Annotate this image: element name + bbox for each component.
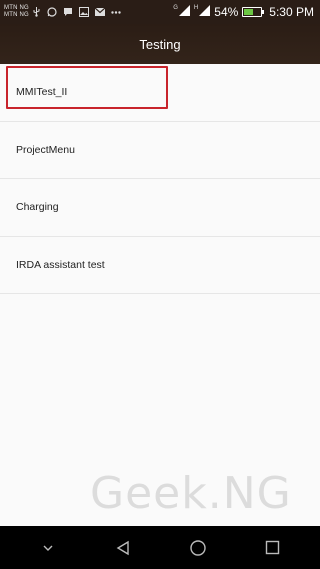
navigation-bar — [0, 526, 320, 569]
carrier-2: MTN NG — [4, 12, 29, 18]
carrier-1: MTN NG — [4, 5, 29, 11]
page-title: Testing — [139, 36, 181, 52]
list-item-label: Charging — [16, 201, 59, 214]
status-bar: MTN NG MTN NG G H 54% 5:30 PM — [0, 0, 320, 24]
list-item-charging[interactable]: Charging — [0, 179, 320, 237]
list-item-label: ProjectMenu — [16, 143, 75, 156]
usb-icon — [32, 7, 41, 17]
signal-icon — [199, 3, 211, 21]
signal-icon — [178, 3, 190, 21]
collapse-icon[interactable] — [28, 528, 68, 568]
list-item-irda-assistant-test[interactable]: IRDA assistant test — [0, 236, 320, 294]
battery-fill — [244, 9, 253, 15]
image-icon — [78, 7, 89, 17]
whatsapp-icon — [47, 7, 57, 17]
projectmenu-highlight-box — [6, 66, 168, 109]
recents-icon[interactable] — [253, 528, 293, 568]
battery-icon — [242, 7, 265, 17]
list-item-label: IRDA assistant test — [16, 258, 105, 271]
carrier-labels: MTN NG MTN NG — [4, 5, 29, 19]
back-icon[interactable] — [103, 528, 143, 568]
app-bar: Testing — [0, 24, 320, 64]
gmail-icon — [94, 8, 105, 16]
message-icon — [63, 7, 73, 17]
network-type-2: H — [193, 5, 199, 11]
battery-percent: 54% — [214, 5, 239, 19]
list-item-projectmenu[interactable]: ProjectMenu — [0, 121, 320, 179]
clock: 5:30 PM — [269, 5, 314, 19]
home-icon[interactable] — [178, 528, 218, 568]
watermark: Geek.NG — [90, 468, 292, 519]
more-icon — [111, 10, 121, 14]
network-type-1: G — [173, 5, 178, 11]
